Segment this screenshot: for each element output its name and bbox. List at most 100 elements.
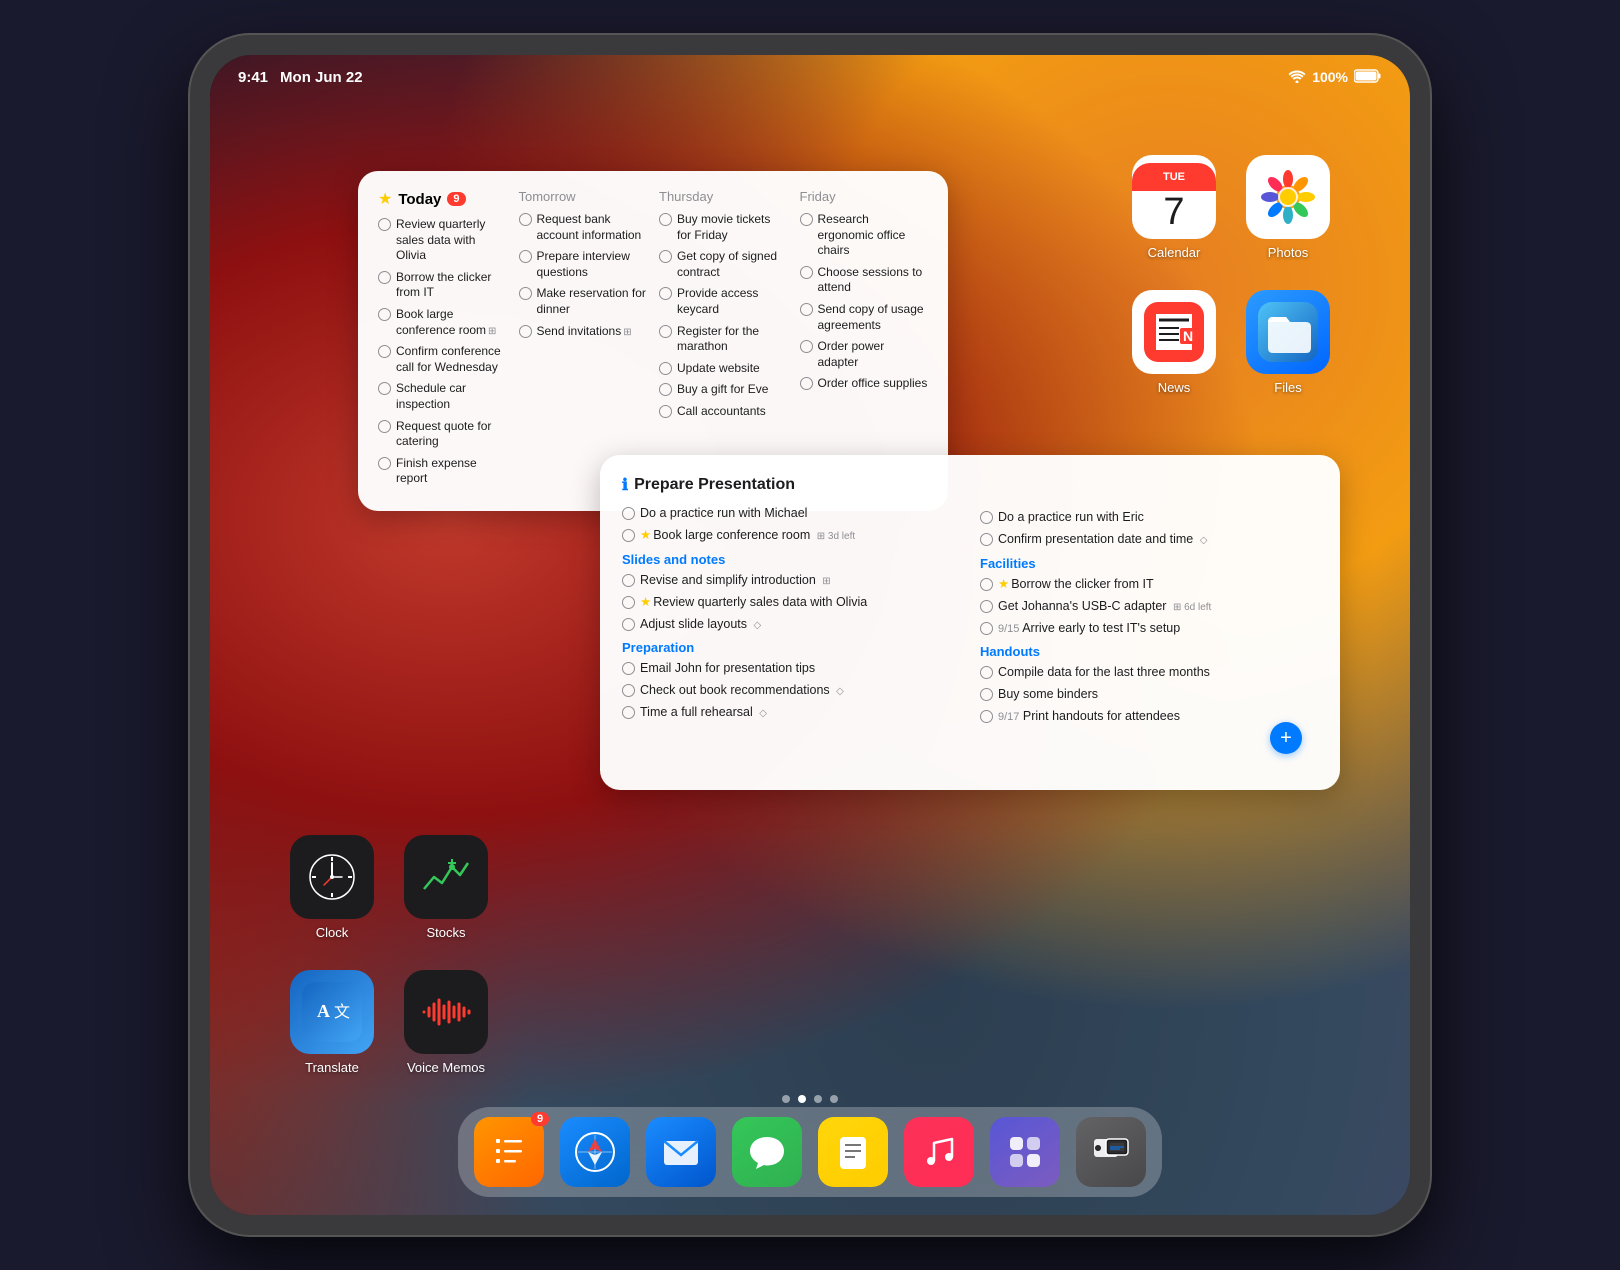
dock-remote-desktop[interactable]	[1076, 1117, 1146, 1187]
list-item[interactable]: Provide access keycard	[659, 286, 788, 317]
list-item[interactable]: Send invitations⊞	[519, 324, 648, 340]
dock-messages[interactable]	[732, 1117, 802, 1187]
list-item[interactable]: Time a full rehearsal ◇	[622, 704, 960, 721]
task-checkbox[interactable]	[800, 303, 813, 316]
task-checkbox[interactable]	[622, 706, 635, 719]
task-checkbox[interactable]	[659, 250, 672, 263]
task-checkbox[interactable]	[622, 507, 635, 520]
list-item[interactable]: Buy movie tickets for Friday	[659, 212, 788, 243]
stocks-app[interactable]: Stocks	[404, 835, 488, 940]
task-checkbox[interactable]	[980, 511, 993, 524]
task-checkbox[interactable]	[622, 596, 635, 609]
dock-safari[interactable]	[560, 1117, 630, 1187]
list-item[interactable]: Revise and simplify introduction ⊞	[622, 572, 960, 589]
task-checkbox[interactable]	[622, 529, 635, 542]
list-item[interactable]: 9/17 Print handouts for attendees	[980, 708, 1318, 725]
list-item[interactable]: Choose sessions to attend	[800, 265, 929, 296]
list-item[interactable]: Do a practice run with Michael	[622, 505, 960, 522]
list-item[interactable]: Borrow the clicker from IT	[378, 270, 507, 301]
list-item[interactable]: Update website	[659, 361, 788, 377]
list-item[interactable]: ★Review quarterly sales data with Olivia	[622, 594, 960, 611]
list-item[interactable]: Order office supplies	[800, 376, 929, 392]
page-dot-2[interactable]	[798, 1095, 806, 1103]
task-checkbox[interactable]	[980, 666, 993, 679]
list-item[interactable]: Order power adapter	[800, 339, 929, 370]
news-app[interactable]: N News	[1132, 290, 1216, 395]
dock-music[interactable]	[904, 1117, 974, 1187]
list-item[interactable]: Buy a gift for Eve	[659, 382, 788, 398]
task-checkbox[interactable]	[659, 213, 672, 226]
add-task-button[interactable]: +	[1270, 722, 1302, 754]
dock-shortcuts[interactable]	[990, 1117, 1060, 1187]
clock-app[interactable]: Clock	[290, 835, 374, 940]
page-dot-4[interactable]	[830, 1095, 838, 1103]
files-app[interactable]: Files	[1246, 290, 1330, 395]
list-item[interactable]: Adjust slide layouts ◇	[622, 616, 960, 633]
task-checkbox[interactable]	[800, 266, 813, 279]
task-checkbox[interactable]	[800, 377, 813, 390]
list-item[interactable]: Check out book recommendations ◇	[622, 682, 960, 699]
task-checkbox[interactable]	[622, 662, 635, 675]
task-checkbox[interactable]	[519, 287, 532, 300]
task-checkbox[interactable]	[980, 600, 993, 613]
task-checkbox[interactable]	[659, 405, 672, 418]
task-checkbox[interactable]	[980, 533, 993, 546]
task-checkbox[interactable]	[659, 287, 672, 300]
task-checkbox[interactable]	[519, 250, 532, 263]
list-item[interactable]: ★Book large conference room ⊞ 3d left	[622, 527, 960, 544]
task-checkbox[interactable]	[378, 457, 391, 470]
list-item[interactable]: Register for the marathon	[659, 324, 788, 355]
task-checkbox[interactable]	[800, 213, 813, 226]
list-item[interactable]: Review quarterly sales data with Olivia	[378, 217, 507, 264]
task-checkbox[interactable]	[659, 362, 672, 375]
list-item[interactable]: Finish expense report	[378, 456, 507, 487]
dock-notes[interactable]	[818, 1117, 888, 1187]
voice-memos-app[interactable]: Voice Memos	[404, 970, 488, 1075]
list-item[interactable]: 9/15 Arrive early to test IT's setup	[980, 620, 1318, 637]
task-checkbox[interactable]	[378, 218, 391, 231]
list-item[interactable]: Prepare interview questions	[519, 249, 648, 280]
list-item[interactable]: Get copy of signed contract	[659, 249, 788, 280]
task-checkbox[interactable]	[980, 688, 993, 701]
list-item[interactable]: Make reservation for dinner	[519, 286, 648, 317]
task-checkbox[interactable]	[659, 325, 672, 338]
task-checkbox[interactable]	[622, 574, 635, 587]
list-item[interactable]: Confirm presentation date and time ◇	[980, 531, 1318, 548]
task-checkbox[interactable]	[980, 578, 993, 591]
page-dot-1[interactable]	[782, 1095, 790, 1103]
task-checkbox[interactable]	[378, 308, 391, 321]
list-item[interactable]: Call accountants	[659, 404, 788, 420]
list-item[interactable]: Request bank account information	[519, 212, 648, 243]
page-dot-3[interactable]	[814, 1095, 822, 1103]
list-item[interactable]: Compile data for the last three months	[980, 664, 1318, 681]
task-checkbox[interactable]	[800, 340, 813, 353]
task-checkbox[interactable]	[659, 383, 672, 396]
task-checkbox[interactable]	[378, 345, 391, 358]
task-checkbox[interactable]	[378, 420, 391, 433]
task-checkbox[interactable]	[980, 710, 993, 723]
list-item[interactable]: Email John for presentation tips	[622, 660, 960, 677]
task-checkbox[interactable]	[622, 618, 635, 631]
dock-mail[interactable]	[646, 1117, 716, 1187]
task-checkbox[interactable]	[622, 684, 635, 697]
task-checkbox[interactable]	[980, 622, 993, 635]
list-item[interactable]: Confirm conference call for Wednesday	[378, 344, 507, 375]
task-checkbox[interactable]	[378, 382, 391, 395]
list-item[interactable]: ★Borrow the clicker from IT	[980, 576, 1318, 593]
translate-app[interactable]: A 文 Translate	[290, 970, 374, 1075]
list-item[interactable]: Send copy of usage agreements	[800, 302, 929, 333]
list-item[interactable]: Request quote for catering	[378, 419, 507, 450]
task-checkbox[interactable]	[519, 325, 532, 338]
photos-app[interactable]: Photos	[1246, 155, 1330, 260]
list-item[interactable]: Buy some binders	[980, 686, 1318, 703]
battery-icon	[1354, 69, 1382, 86]
calendar-app[interactable]: TUE 7 Calendar	[1132, 155, 1216, 260]
list-item[interactable]: Do a practice run with Eric	[980, 509, 1318, 526]
list-item[interactable]: Get Johanna's USB-C adapter ⊞ 6d left	[980, 598, 1318, 615]
task-checkbox[interactable]	[378, 271, 391, 284]
list-item[interactable]: Research ergonomic office chairs	[800, 212, 929, 259]
dock-reminders[interactable]: 9	[474, 1117, 544, 1187]
list-item[interactable]: Schedule car inspection	[378, 381, 507, 412]
task-checkbox[interactable]	[519, 213, 532, 226]
list-item[interactable]: Book large conference room⊞	[378, 307, 507, 338]
